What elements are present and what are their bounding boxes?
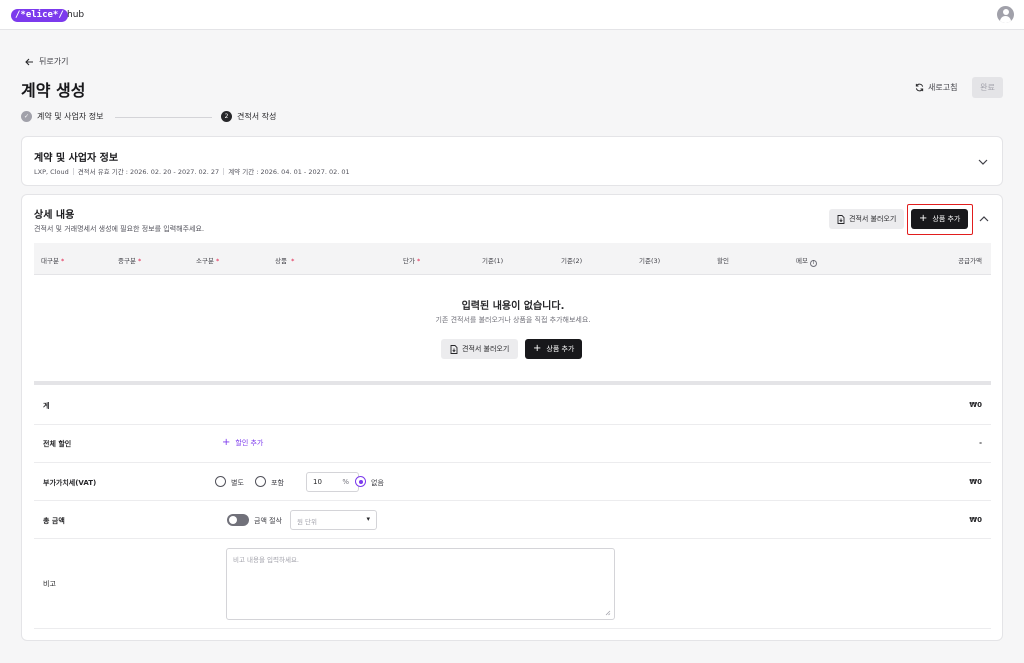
hub-label: hub <box>67 10 85 20</box>
done-button[interactable]: 완료 <box>972 77 1003 98</box>
step-label: 견적서 작성 <box>237 112 277 121</box>
discount-row: 전체 할인 + 할인 추가 - <box>34 425 991 463</box>
user-avatar-icon[interactable] <box>997 6 1014 23</box>
vat-rate-value: 10 <box>313 478 322 486</box>
subtotal-value: ₩0 <box>969 401 982 409</box>
col-criteria-1: 기준(1) <box>482 257 504 265</box>
col-discount: 할인 <box>717 257 729 265</box>
document-import-icon <box>837 214 845 224</box>
table-header: 대구분 * 중구분 * 소구분 * 상품 * 단가 * 기준(1) 기준(2) … <box>34 243 991 275</box>
back-label: 뒤로가기 <box>39 57 69 66</box>
plus-icon: + <box>222 437 231 448</box>
empty-load-quote-button[interactable]: 견적서 불러오기 <box>441 339 519 359</box>
resize-handle-icon[interactable] <box>605 610 611 616</box>
vat-row: 부가가치세(VAT) 별도 포함 10 % 없음 ₩0 <box>34 463 991 501</box>
top-bar: /*elice*/ hub <box>0 0 1024 30</box>
elice-logo[interactable]: /*elice*/ <box>11 9 68 22</box>
memo-placeholder: 비고 내용을 입력하세요. <box>233 556 299 564</box>
chevron-up-icon[interactable] <box>978 213 990 225</box>
rounding-unit-placeholder: 원 단위 <box>297 518 318 526</box>
back-link[interactable]: 뒤로가기 <box>25 56 68 67</box>
col-product: 상품 * <box>275 257 295 265</box>
col-unit-price: 단가 * <box>403 257 421 265</box>
document-import-icon <box>450 344 458 354</box>
col-criteria-3: 기준(3) <box>639 257 661 265</box>
empty-add-product-button[interactable]: + 상품 추가 <box>525 339 583 359</box>
plus-icon: + <box>533 343 542 354</box>
subtotal-label: 계 <box>43 402 50 410</box>
vat-separate-label: 별도 <box>231 479 244 487</box>
vat-separate-radio[interactable] <box>215 476 226 487</box>
col-minor: 소구분 * <box>196 257 220 265</box>
step-contract-info: ✓ 계약 및 사업자 정보 <box>21 111 104 122</box>
info-icon[interactable]: i <box>810 260 818 267</box>
page-title: 계약 생성 <box>21 81 86 100</box>
rounding-label: 금액 절삭 <box>254 517 282 525</box>
rounding-toggle[interactable] <box>227 514 249 526</box>
memo-textarea[interactable]: 비고 내용을 입력하세요. <box>226 548 615 620</box>
rounding-unit-select[interactable]: 원 단위 ▾ <box>290 510 377 530</box>
vat-value: ₩0 <box>969 478 982 486</box>
vat-none-radio[interactable] <box>355 476 366 487</box>
total-value: ₩0 <box>969 516 982 524</box>
vat-label: 부가가치세(VAT) <box>43 479 97 487</box>
empty-load-quote-label: 견적서 불러오기 <box>462 345 510 353</box>
contract-products: LXP, Cloud <box>34 168 69 176</box>
refresh-label: 새로고침 <box>928 83 958 92</box>
check-icon: ✓ <box>21 111 32 122</box>
subtotal-row: 계 ₩0 <box>34 387 991 425</box>
vat-included-radio[interactable] <box>255 476 266 487</box>
step-connector <box>115 117 212 118</box>
detail-subtitle: 견적서 및 거래명세서 생성에 필요한 정보를 입력해주세요. <box>34 225 205 233</box>
memo-label: 비고 <box>43 580 56 588</box>
add-discount-button[interactable]: + 할인 추가 <box>222 438 263 448</box>
add-discount-label: 할인 추가 <box>235 439 264 447</box>
detail-title: 상세 내용 <box>34 210 75 221</box>
total-row: 총 금액 금액 절삭 원 단위 ▾ ₩0 <box>34 501 991 539</box>
highlight-box <box>907 204 973 235</box>
col-supply-amount: 공급가액 <box>958 257 982 265</box>
load-quote-button[interactable]: 견적서 불러오기 <box>829 209 905 229</box>
col-major: 대구분 * <box>41 257 65 265</box>
vat-rate-input[interactable]: 10 % <box>306 472 359 492</box>
step-quote: 2 견적서 작성 <box>221 111 276 122</box>
vat-included-label: 포함 <box>271 479 284 487</box>
col-criteria-2: 기준(2) <box>561 257 583 265</box>
refresh-button[interactable]: 새로고침 <box>915 82 957 93</box>
refresh-icon <box>915 83 924 92</box>
memo-row: 비고 비고 내용을 입력하세요. <box>34 539 991 629</box>
col-middle: 중구분 * <box>118 257 142 265</box>
arrow-left-icon <box>25 58 33 65</box>
contract-info-title: 계약 및 사업자 정보 <box>34 153 119 164</box>
total-label: 총 금액 <box>43 517 65 525</box>
col-memo: 메모 i <box>796 255 818 267</box>
section-divider <box>34 381 991 385</box>
empty-add-product-label: 상품 추가 <box>546 345 575 353</box>
contract-period: 계약 기간 : 2026. 04. 01 - 2027. 02. 01 <box>228 168 350 176</box>
step-label: 계약 및 사업자 정보 <box>37 112 104 121</box>
empty-state-title: 입력된 내용이 없습니다. <box>461 301 565 312</box>
detail-card: 상세 내용 견적서 및 거래명세서 생성에 필요한 정보를 입력해주세요. 견적… <box>21 194 1003 641</box>
chevron-down-icon[interactable] <box>977 156 989 168</box>
discount-value: - <box>979 439 982 447</box>
quote-validity: 견적서 유효 기간 : 2026. 02. 20 - 2027. 02. 27 <box>77 168 220 176</box>
vat-unit: % <box>342 478 349 486</box>
empty-state-subtitle: 기존 견적서를 불러오거나 상품을 직접 추가해보세요. <box>435 316 591 324</box>
contract-meta: LXP, Cloud 견적서 유효 기간 : 2026. 02. 20 - 202… <box>34 166 350 176</box>
contract-info-card[interactable]: 계약 및 사업자 정보 LXP, Cloud 견적서 유효 기간 : 2026. … <box>21 136 1003 186</box>
load-quote-label: 견적서 불러오기 <box>849 215 897 223</box>
vat-none-label: 없음 <box>371 479 384 487</box>
discount-label: 전체 할인 <box>43 440 72 448</box>
caret-down-icon: ▾ <box>366 515 370 523</box>
step-number: 2 <box>221 111 232 122</box>
